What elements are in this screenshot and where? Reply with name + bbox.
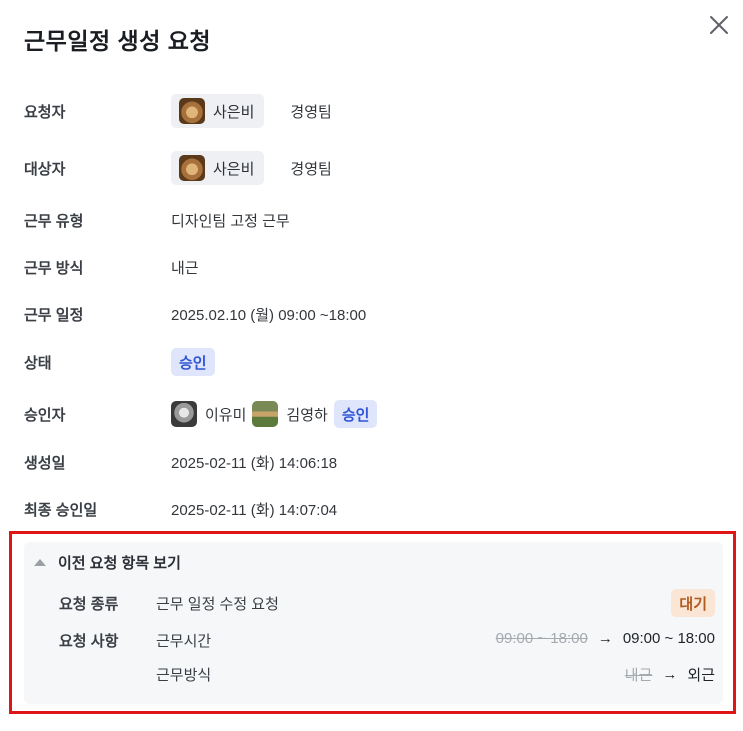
requester-label: 요청자 bbox=[24, 103, 66, 121]
old-value: 내근 bbox=[624, 667, 653, 684]
target-dept: 경영팀 bbox=[290, 160, 332, 178]
modal-title: 근무일정 생성 요청 bbox=[24, 28, 212, 54]
avatar bbox=[252, 401, 279, 427]
approver-item[interactable]: 김영하 bbox=[252, 401, 333, 427]
history-toggle[interactable]: 이전 요청 항목 보기 bbox=[34, 552, 181, 573]
target-label: 대상자 bbox=[24, 160, 66, 178]
approver-item[interactable]: 이유미 bbox=[171, 401, 252, 427]
work-schedule-label: 근무 일정 bbox=[24, 306, 84, 324]
work-schedule-value: 2025.02.10 (월) 09:00 ~18:00 bbox=[171, 306, 367, 324]
new-value: 외근 bbox=[687, 667, 715, 684]
requester-chip[interactable]: 사은비 bbox=[171, 94, 265, 128]
request-type-value: 근무 일정 수정 요청 bbox=[156, 596, 279, 613]
previous-request-panel: 이전 요청 항목 보기 요청 종류 근무 일정 수정 요청 대기 요청 사항 근… bbox=[24, 542, 723, 704]
history-toggle-label: 이전 요청 항목 보기 bbox=[58, 555, 181, 572]
change-item-name: 근무시간 bbox=[156, 633, 212, 650]
work-type-value: 디자인팀 고정 근무 bbox=[171, 212, 290, 230]
target-chip[interactable]: 사은비 bbox=[171, 151, 265, 185]
avatar bbox=[171, 401, 197, 427]
created-label: 생성일 bbox=[24, 454, 66, 472]
approver-status-badge: 승인 bbox=[333, 400, 378, 428]
final-approved-value: 2025-02-11 (화) 14:07:04 bbox=[171, 501, 338, 519]
caret-up-icon bbox=[34, 559, 46, 566]
target-name: 사은비 bbox=[213, 160, 255, 178]
arrow-right-icon: → bbox=[662, 666, 678, 683]
requester-name: 사은비 bbox=[213, 103, 255, 121]
new-value: 09:00 ~ 18:00 bbox=[622, 630, 715, 647]
work-method-label: 근무 방식 bbox=[24, 259, 84, 277]
request-detail-row: 근무방식 내근 → 외근 bbox=[24, 658, 723, 688]
status-badge: 승인 bbox=[171, 348, 215, 376]
approver-label: 승인자 bbox=[24, 406, 66, 424]
status-label: 상태 bbox=[24, 354, 52, 372]
final-approved-label: 최종 승인일 bbox=[24, 501, 98, 519]
work-schedule-request-modal: 근무일정 생성 요청 요청자 사은비 경영팀 대상자 사은비 경영팀 근무 유형… bbox=[0, 0, 743, 731]
change-item-name: 근무방식 bbox=[156, 667, 212, 684]
pending-badge: 대기 bbox=[671, 589, 715, 617]
request-detail-row: 요청 사항 근무시간 09:00 ~ 18:00 → 09:00 ~ 18:00 bbox=[24, 624, 723, 654]
created-value: 2025-02-11 (화) 14:06:18 bbox=[171, 454, 338, 472]
request-type-label: 요청 종류 bbox=[59, 596, 119, 613]
approver-name: 이유미 bbox=[205, 406, 247, 424]
avatar bbox=[179, 155, 205, 181]
requester-dept: 경영팀 bbox=[290, 103, 332, 121]
close-icon[interactable] bbox=[706, 12, 732, 38]
approver-name: 김영하 bbox=[286, 406, 328, 424]
request-type-row: 요청 종류 근무 일정 수정 요청 대기 bbox=[24, 587, 723, 617]
work-method-value: 내근 bbox=[171, 259, 199, 277]
arrow-right-icon: → bbox=[597, 630, 613, 647]
old-value: 09:00 ~ 18:00 bbox=[495, 630, 588, 647]
work-type-label: 근무 유형 bbox=[24, 212, 84, 230]
request-detail-label: 요청 사항 bbox=[59, 633, 119, 650]
avatar bbox=[179, 98, 205, 124]
